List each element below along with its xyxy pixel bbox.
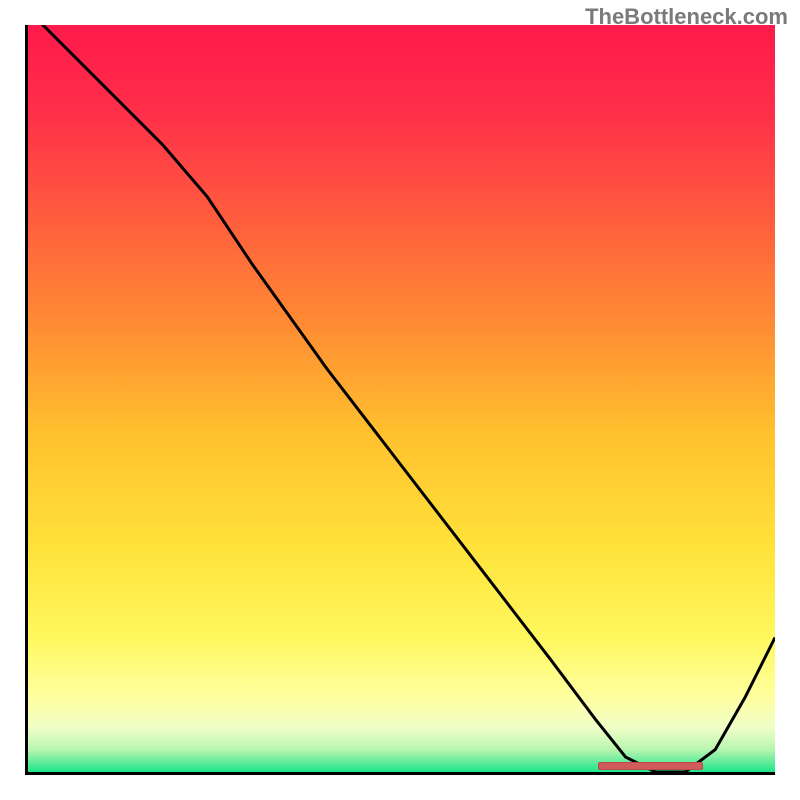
curve-line	[28, 25, 775, 772]
chart-container: TheBottleneck.com	[0, 0, 800, 800]
plot-area	[25, 25, 775, 775]
optimal-range-marker	[598, 762, 703, 770]
